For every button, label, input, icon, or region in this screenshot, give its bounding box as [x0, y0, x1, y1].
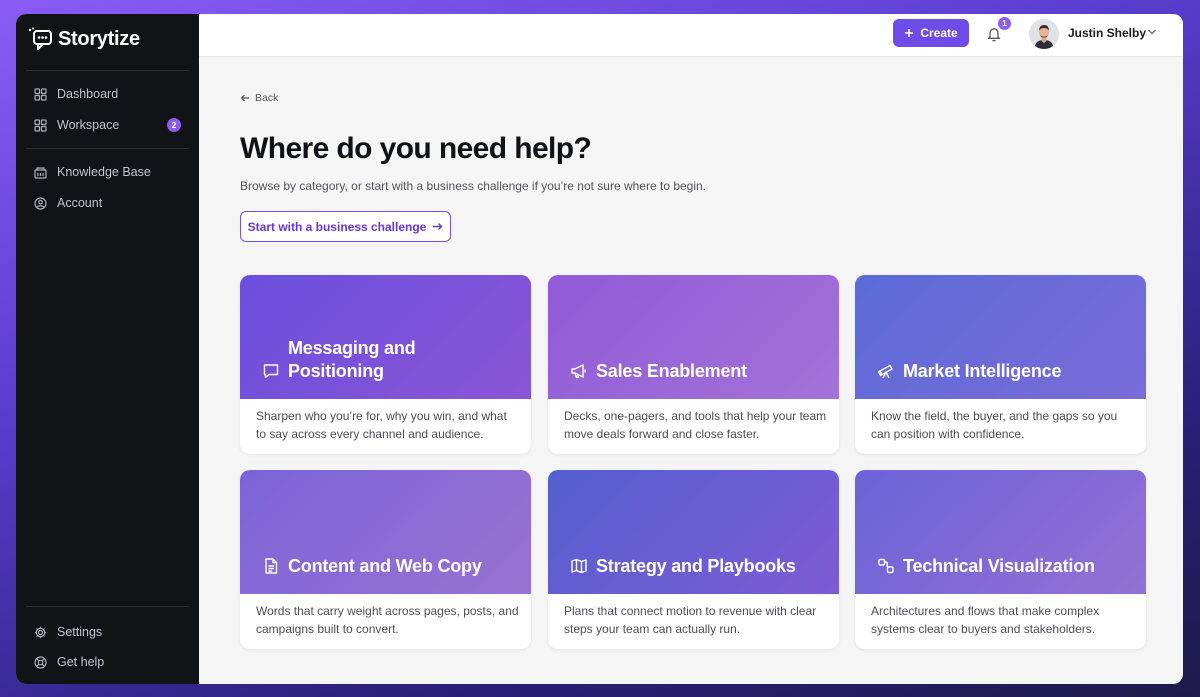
- card-description: Words that carry weight across pages, po…: [256, 604, 519, 636]
- megaphone-icon: [571, 364, 586, 379]
- card-title: Market Intelligence: [903, 361, 1062, 381]
- start-business-challenge-button[interactable]: Start with a business challenge: [240, 211, 451, 242]
- category-card-messaging[interactable]: Messaging and Positioning Sharpen who yo…: [240, 275, 531, 454]
- chat-bubble-logo-icon: [28, 27, 52, 50]
- sidebar-item-settings[interactable]: Settings: [34, 622, 181, 642]
- sidebar-item-get-help[interactable]: Get help: [34, 652, 181, 672]
- page-subtitle: Browse by category, or start with a busi…: [240, 179, 707, 193]
- app-window: Storytize Dashboard Workspace 2 Knowledg…: [16, 14, 1183, 684]
- card-description: Sharpen who you’re for, why you win, and…: [256, 409, 507, 441]
- sidebar-divider: [26, 148, 189, 149]
- category-card-sales-enablement[interactable]: Sales Enablement Decks, one-pagers, and …: [548, 275, 839, 454]
- sidebar-item-dashboard[interactable]: Dashboard: [34, 84, 181, 104]
- arrow-right-icon: [433, 223, 443, 230]
- card-header: Sales Enablement: [548, 275, 839, 399]
- challenge-button-label: Start with a business challenge: [247, 219, 427, 234]
- user-circle-icon: [34, 196, 47, 210]
- card-description: Know the field, the buyer, and the gaps …: [871, 409, 1118, 441]
- sidebar-divider: [26, 606, 189, 607]
- category-card-strategy-playbooks[interactable]: Strategy and Playbooks Plans that connec…: [548, 470, 839, 649]
- diagram-icon: [878, 558, 894, 574]
- card-title: Strategy and Playbooks: [596, 556, 796, 576]
- chat-icon: [263, 364, 279, 379]
- sidebar-item-label: Workspace: [57, 118, 120, 132]
- document-icon: [265, 558, 278, 574]
- notification-badge: 1: [998, 17, 1011, 30]
- grid-icon: [34, 118, 47, 132]
- user-name[interactable]: Justin Shelby: [1068, 26, 1146, 40]
- card-title: Sales Enablement: [596, 361, 747, 381]
- sidebar-item-knowledge-base[interactable]: Knowledge Base: [34, 162, 181, 182]
- map-icon: [571, 558, 587, 574]
- card-header: Messaging and Positioning: [240, 275, 531, 399]
- card-title: Messaging and Positioning: [288, 338, 416, 381]
- category-card-market-intelligence[interactable]: Market Intelligence Know the field, the …: [855, 275, 1146, 454]
- sidebar-item-account[interactable]: Account: [34, 193, 181, 213]
- sidebar-item-label: Dashboard: [57, 87, 119, 101]
- sidebar-item-workspace[interactable]: Workspace 2: [34, 115, 181, 135]
- page-title: Where do you need help?: [240, 132, 592, 165]
- sidebar: Storytize Dashboard Workspace 2 Knowledg…: [16, 14, 199, 684]
- lifebuoy-icon: [34, 655, 47, 669]
- avatar[interactable]: [1029, 19, 1059, 49]
- card-header: Market Intelligence: [855, 275, 1146, 399]
- sidebar-item-label: Knowledge Base: [57, 165, 151, 179]
- top-bar: Create 1 Justin Shelby: [199, 14, 1183, 57]
- chevron-down-icon[interactable]: [1147, 28, 1157, 36]
- plus-icon: [905, 29, 914, 37]
- card-title: Technical Visualization: [903, 556, 1095, 576]
- grid-icon: [34, 87, 47, 101]
- card-header: Strategy and Playbooks: [548, 470, 839, 594]
- category-card-technical-visualization[interactable]: Technical Visualization Architectures an…: [855, 470, 1146, 649]
- sidebar-item-label: Settings: [57, 625, 103, 639]
- card-header: Content and Web Copy: [240, 470, 531, 594]
- card-title: Content and Web Copy: [288, 556, 482, 576]
- create-button[interactable]: Create: [893, 19, 969, 47]
- card-description: Plans that connect motion to revenue wit…: [564, 604, 817, 636]
- card-header: Technical Visualization: [855, 470, 1146, 594]
- app-name: Storytize: [58, 27, 140, 50]
- sidebar-item-label: Account: [57, 196, 103, 210]
- back-link[interactable]: Back: [240, 92, 278, 104]
- gear-icon: [34, 626, 47, 638]
- logo[interactable]: Storytize: [28, 26, 140, 52]
- telescope-icon: [877, 364, 893, 379]
- arrow-left-icon: [240, 94, 249, 102]
- category-card-content-web-copy[interactable]: Content and Web Copy Words that carry we…: [240, 470, 531, 649]
- back-label: Back: [255, 92, 279, 104]
- card-description: Architectures and flows that make comple…: [871, 604, 1100, 636]
- workspace-count-badge: 2: [167, 118, 181, 132]
- create-button-label: Create: [920, 26, 958, 40]
- sidebar-divider: [26, 70, 189, 71]
- library-icon: [34, 166, 47, 179]
- card-description: Decks, one-pagers, and tools that help y…: [564, 409, 827, 441]
- user-photo: [1029, 19, 1059, 49]
- sidebar-item-label: Get help: [57, 655, 105, 669]
